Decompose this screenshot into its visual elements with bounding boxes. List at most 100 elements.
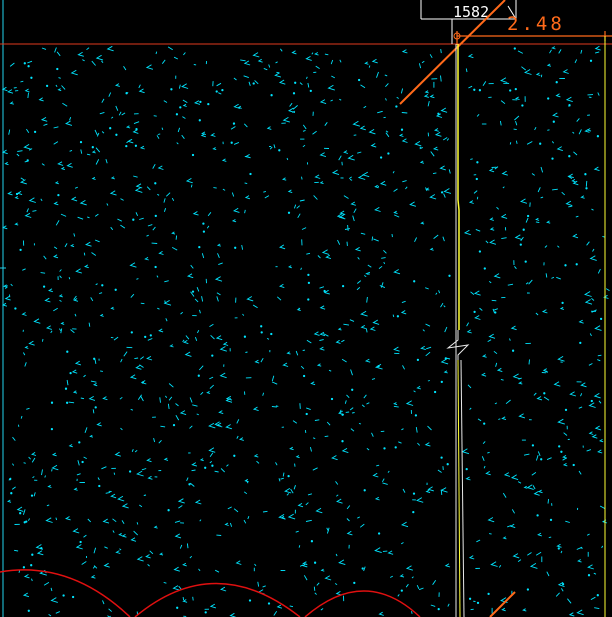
cad-canvas[interactable]: 1582 2.48 xyxy=(0,0,612,617)
hatch-mark xyxy=(500,378,504,381)
hatch-mark xyxy=(7,89,14,94)
hatch-mark xyxy=(27,92,29,99)
hatch-mark xyxy=(352,215,355,222)
hatch-mark xyxy=(23,574,30,579)
hatch-mark xyxy=(20,177,25,181)
hatch-mark xyxy=(117,495,125,502)
hatch-mark xyxy=(443,193,446,198)
hatch-mark xyxy=(14,222,19,226)
hatch-mark xyxy=(374,547,382,554)
hatch-mark xyxy=(437,469,442,473)
hatch-mark xyxy=(182,597,185,601)
hatch-mark xyxy=(393,210,398,215)
hatch-mark xyxy=(182,116,186,119)
hatch-mark xyxy=(95,147,101,153)
hatch-mark xyxy=(136,278,139,280)
hatch-mark xyxy=(252,52,260,58)
hatch-mark xyxy=(485,471,491,476)
hatch-mark xyxy=(163,208,167,212)
hatch-mark xyxy=(524,69,532,75)
hatch-mark xyxy=(94,129,98,136)
hatch-mark xyxy=(167,509,170,512)
hatch-mark xyxy=(513,128,517,131)
hatch-mark xyxy=(192,596,194,601)
hatch-mark xyxy=(338,155,342,161)
hatch-mark xyxy=(68,444,73,448)
hatch-mark xyxy=(53,201,59,206)
hatch-mark xyxy=(377,185,379,189)
hatch-mark xyxy=(175,113,179,116)
hatch-mark xyxy=(537,489,543,494)
hatch-mark xyxy=(73,233,76,237)
hatch-mark xyxy=(72,528,80,534)
hatch-mark xyxy=(210,133,216,137)
hatch-mark xyxy=(182,339,185,343)
hatch-mark xyxy=(209,323,214,327)
hatch-mark xyxy=(512,553,520,559)
hatch-mark xyxy=(590,399,593,403)
hatch-mark xyxy=(350,201,356,206)
hatch-mark xyxy=(222,188,226,191)
hatch-mark xyxy=(160,425,166,428)
hatch-mark xyxy=(401,428,404,431)
hatch-mark xyxy=(294,81,297,84)
hatch-mark xyxy=(540,458,543,461)
hatch-mark xyxy=(444,326,448,333)
hatch-mark xyxy=(468,200,474,204)
hatch-mark xyxy=(319,99,327,105)
hatch-mark xyxy=(33,130,37,134)
hatch-mark xyxy=(575,215,579,218)
hatch-mark xyxy=(465,68,468,73)
hatch-mark xyxy=(502,536,507,540)
hatch-mark xyxy=(346,530,353,536)
hatch-mark xyxy=(493,273,501,279)
hatch-mark xyxy=(448,169,451,174)
hatch-mark xyxy=(415,427,418,433)
hatch-mark xyxy=(19,179,27,185)
hatch-mark xyxy=(383,249,387,254)
hatch-mark xyxy=(101,131,105,134)
hatch-mark xyxy=(73,487,78,491)
hatch-mark xyxy=(182,340,189,345)
hatch-mark xyxy=(61,85,66,90)
hatch-mark xyxy=(572,463,575,467)
hatch-mark xyxy=(74,186,78,189)
hatch-mark xyxy=(466,322,469,327)
hatch-mark xyxy=(135,212,139,216)
hatch-mark xyxy=(278,478,281,482)
hatch-mark xyxy=(514,96,520,101)
cad-drawing-viewport[interactable]: 1582 2.48 xyxy=(0,0,612,617)
hatch-mark xyxy=(535,72,541,76)
hatch-mark xyxy=(262,392,265,396)
hatch-mark xyxy=(576,118,580,122)
hatch-mark xyxy=(269,146,273,150)
hatch-mark xyxy=(425,489,431,494)
hatch-mark xyxy=(440,380,443,384)
hatch-mark xyxy=(295,455,300,459)
hatch-mark xyxy=(84,264,89,269)
hatch-mark xyxy=(601,545,604,549)
hatch-mark xyxy=(58,294,63,298)
hatch-mark xyxy=(252,304,258,309)
hatch-mark xyxy=(27,60,33,64)
hatch-mark xyxy=(50,597,58,603)
hatch-mark xyxy=(232,122,236,125)
hatch-mark xyxy=(182,103,187,107)
hatch-mark xyxy=(372,319,380,325)
hatch-mark xyxy=(40,117,48,122)
hatch-mark xyxy=(401,112,408,114)
hatch-mark xyxy=(305,56,312,61)
hatch-mark xyxy=(64,516,71,521)
hatch-mark xyxy=(40,272,46,274)
hatch-mark xyxy=(580,382,587,388)
hatch-mark xyxy=(140,395,144,402)
hatch-mark xyxy=(257,581,260,587)
hatch-mark xyxy=(215,335,223,341)
hatch-mark xyxy=(343,150,349,154)
hatch-mark xyxy=(42,285,46,288)
hatch-mark xyxy=(246,296,254,302)
hatch-mark xyxy=(476,601,480,605)
hatch-mark xyxy=(476,113,480,117)
hatch-mark xyxy=(167,46,173,51)
hatch-mark xyxy=(271,375,275,382)
